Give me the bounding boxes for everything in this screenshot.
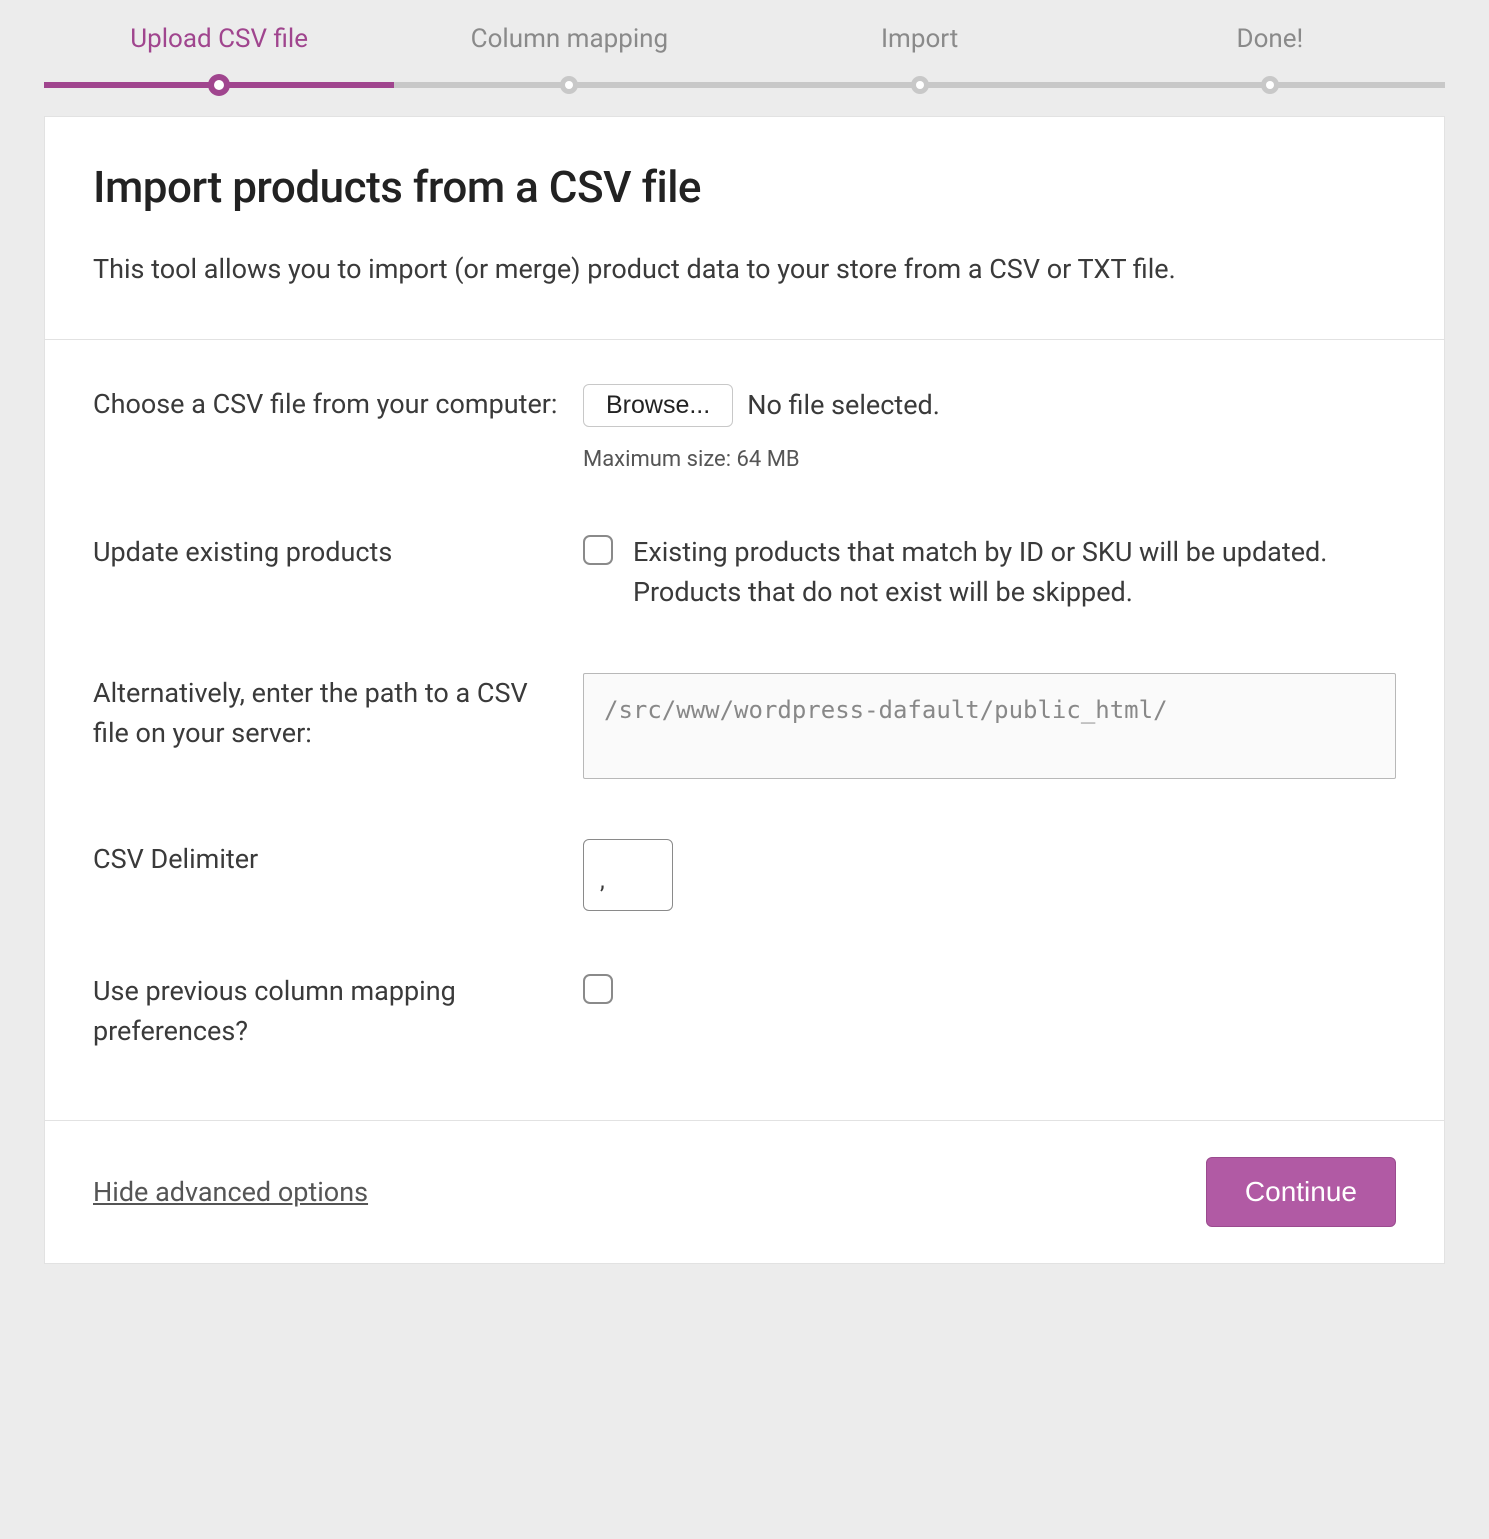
step-dot-upload (208, 74, 230, 96)
previous-mapping-checkbox[interactable] (583, 974, 613, 1004)
card-header: Import products from a CSV file This too… (45, 117, 1444, 340)
step-mapping[interactable]: Column mapping (394, 24, 744, 82)
server-path-input[interactable] (583, 673, 1396, 779)
update-existing-label: Update existing products (93, 532, 583, 573)
row-choose-file: Choose a CSV file from your computer: Br… (93, 384, 1396, 472)
step-label: Done! (1237, 24, 1304, 54)
progress-bar (44, 82, 1445, 88)
step-dot-mapping (560, 76, 578, 94)
card-footer: Hide advanced options Continue (45, 1121, 1444, 1263)
step-label: Column mapping (471, 24, 668, 54)
card-body: Choose a CSV file from your computer: Br… (45, 340, 1444, 1121)
stepper: Upload CSV file Column mapping Import Do… (0, 0, 1489, 88)
step-label: Upload CSV file (130, 24, 308, 54)
delimiter-input[interactable] (583, 839, 673, 911)
step-dot-import (911, 76, 929, 94)
previous-mapping-label: Use previous column mapping preferences? (93, 971, 583, 1052)
file-help-text: Maximum size: 64 MB (583, 447, 1396, 472)
continue-button[interactable]: Continue (1206, 1157, 1396, 1227)
file-label: Choose a CSV file from your computer: (93, 384, 583, 425)
page-description: This tool allows you to import (or merge… (93, 249, 1396, 291)
step-import[interactable]: Import (745, 24, 1095, 82)
row-delimiter: CSV Delimiter (93, 839, 1396, 911)
import-card: Import products from a CSV file This too… (44, 116, 1445, 1264)
step-dot-done (1261, 76, 1279, 94)
row-server-path: Alternatively, enter the path to a CSV f… (93, 673, 1396, 779)
step-done[interactable]: Done! (1095, 24, 1445, 82)
server-path-label: Alternatively, enter the path to a CSV f… (93, 673, 583, 754)
update-existing-checkbox[interactable] (583, 535, 613, 565)
step-label: Import (881, 24, 958, 54)
page-title: Import products from a CSV file (93, 161, 1396, 213)
update-existing-description: Existing products that match by ID or SK… (633, 532, 1396, 613)
delimiter-label: CSV Delimiter (93, 839, 583, 880)
browse-button[interactable]: Browse... (583, 384, 733, 427)
row-previous-mapping: Use previous column mapping preferences? (93, 971, 1396, 1052)
row-update-existing: Update existing products Existing produc… (93, 532, 1396, 613)
file-status: No file selected. (747, 389, 940, 421)
toggle-advanced-link[interactable]: Hide advanced options (93, 1176, 368, 1208)
